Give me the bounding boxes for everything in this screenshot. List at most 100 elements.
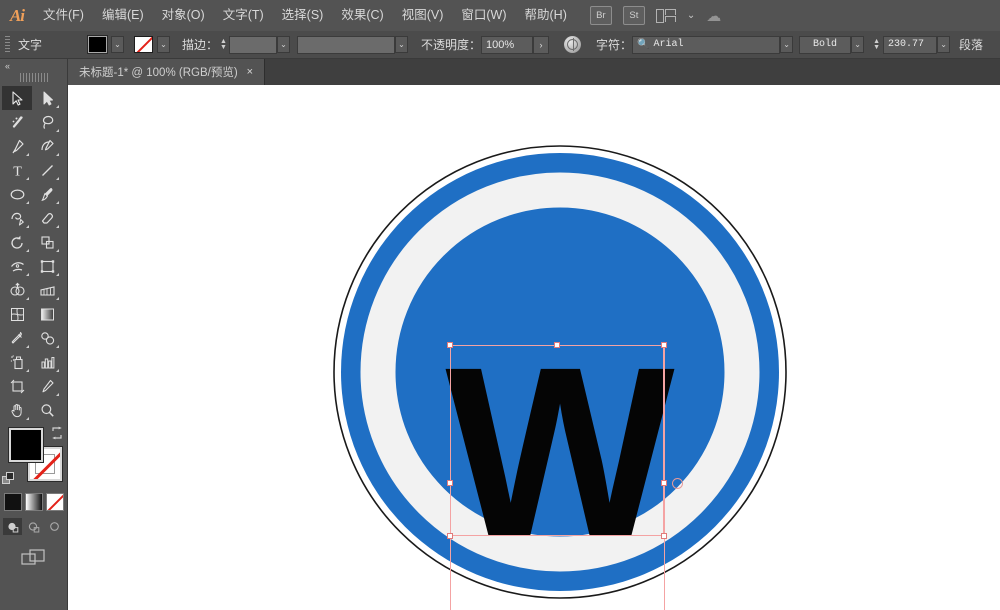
illustrator-window: Ai 文件(F) 编辑(E) 对象(O) 文字(T) 选择(S) 效果(C) 视… [0, 0, 1000, 610]
curvature-tool[interactable] [32, 134, 62, 158]
change-screen-mode-icon[interactable] [0, 547, 67, 569]
perspective-grid-tool[interactable] [32, 278, 62, 302]
opacity-options-icon[interactable]: › [533, 35, 550, 54]
stroke-weight-dropdown-icon[interactable]: ⌄ [277, 36, 291, 53]
menu-object[interactable]: 对象(O) [153, 0, 214, 31]
draw-inside-mode-button[interactable] [45, 518, 64, 535]
stroke-weight-stepper[interactable]: ▲ ▼ [218, 36, 229, 54]
stroke-profile-field[interactable] [297, 35, 396, 54]
menu-type[interactable]: 文字(T) [214, 0, 273, 31]
character-label: 字符： [596, 38, 633, 52]
hand-tool[interactable] [2, 398, 32, 422]
tool-group-indicator [56, 105, 59, 108]
artwork-logo[interactable]: W [68, 85, 1000, 610]
paragraph-label[interactable]: 段落 [959, 36, 983, 53]
tools-panel-grip[interactable] [19, 73, 48, 82]
tool-group-indicator [26, 201, 29, 204]
tool-group-indicator [26, 249, 29, 252]
draw-normal-mode-button[interactable] [3, 518, 22, 535]
gradient-tool[interactable] [32, 302, 62, 326]
artboard-tool[interactable] [2, 374, 32, 398]
stock-button[interactable]: St [622, 6, 645, 25]
ellipse-tool[interactable] [2, 182, 32, 206]
menu-edit[interactable]: 编辑(E) [93, 0, 153, 31]
symbol-sprayer-tool[interactable] [2, 350, 32, 374]
menu-effect[interactable]: 效果(C) [332, 0, 392, 31]
tool-group-indicator [56, 393, 59, 396]
tools-panel: « T [0, 59, 68, 610]
tool-group-indicator [56, 153, 59, 156]
font-size-stepper[interactable]: ▲ ▼ [871, 36, 882, 54]
shaper-tool[interactable] [2, 206, 32, 230]
app-logo-icon: Ai [9, 5, 25, 25]
shape-builder-tool[interactable] [2, 278, 32, 302]
menu-select[interactable]: 选择(S) [273, 0, 333, 31]
fill-color-control[interactable] [8, 428, 43, 462]
mesh-tool[interactable] [2, 302, 32, 326]
tool-group-indicator [26, 417, 29, 420]
tool-group-indicator [56, 201, 59, 204]
canvas-area[interactable]: W [68, 85, 1000, 610]
tools-panel-collapse[interactable]: « [0, 59, 67, 73]
tool-group-indicator [56, 297, 59, 300]
direct-selection-tool[interactable] [32, 86, 62, 110]
blend-tool[interactable] [32, 326, 62, 350]
fill-dropdown-icon[interactable]: ⌄ [111, 36, 124, 53]
fill-stroke-controls [1, 426, 66, 486]
stroke-color-swatch[interactable] [134, 36, 153, 53]
selection-tool[interactable] [2, 86, 32, 110]
workspace-switcher-icon[interactable] [655, 8, 676, 23]
opacity-field[interactable]: 100% [481, 35, 534, 54]
font-family-value: Arial [653, 39, 684, 50]
chevron-down-icon[interactable]: ⌄ [687, 10, 695, 21]
draw-behind-mode-button[interactable] [24, 518, 43, 535]
close-icon[interactable]: × [247, 66, 253, 78]
gradient-mode-button[interactable] [24, 493, 43, 511]
swap-fill-stroke-icon[interactable] [50, 426, 64, 440]
menu-file[interactable]: 文件(F) [34, 0, 93, 31]
type-tool[interactable]: T [2, 158, 32, 182]
document-tab[interactable]: 未标题-1* @ 100% (RGB/预览) × [68, 59, 266, 85]
menu-view[interactable]: 视图(V) [393, 0, 453, 31]
eyedropper-tool[interactable] [2, 326, 32, 350]
font-family-field[interactable]: 🔍 Arial [632, 35, 781, 54]
column-graph-tool[interactable] [32, 350, 62, 374]
color-mode-button[interactable] [3, 493, 22, 511]
menu-window[interactable]: 窗口(W) [452, 0, 515, 31]
none-mode-button[interactable] [45, 493, 64, 511]
font-style-field[interactable]: Bold [799, 35, 852, 54]
font-size-field[interactable]: 230.77 [883, 35, 938, 54]
magic-wand-tool[interactable] [2, 110, 32, 134]
creative-cloud-icon[interactable]: ☁ [706, 7, 721, 25]
document-tab-title: 未标题-1* @ 100% (RGB/预览) [79, 67, 238, 79]
bridge-button[interactable]: Br [589, 6, 612, 25]
tool-group-indicator [56, 129, 59, 132]
lasso-tool[interactable] [32, 110, 62, 134]
stroke-profile-dropdown-icon[interactable]: ⌄ [395, 36, 409, 53]
tool-group-indicator [56, 345, 59, 348]
default-fill-stroke-icon[interactable] [1, 472, 15, 485]
paintbrush-tool[interactable] [32, 182, 62, 206]
font-style-dropdown-icon[interactable]: ⌄ [851, 36, 865, 53]
tool-group-indicator [56, 273, 59, 276]
stroke-weight-field[interactable] [229, 35, 278, 54]
stroke-dropdown-icon[interactable]: ⌄ [157, 36, 170, 53]
pen-tool[interactable] [2, 134, 32, 158]
width-tool[interactable] [2, 254, 32, 278]
recolor-artwork-icon[interactable] [564, 36, 582, 53]
fill-color-swatch[interactable] [87, 35, 108, 54]
font-size-dropdown-icon[interactable]: ⌄ [937, 36, 951, 53]
rotate-tool[interactable] [2, 230, 32, 254]
opacity-label: 不透明度： [421, 38, 482, 52]
slice-tool[interactable] [32, 374, 62, 398]
line-segment-tool[interactable] [32, 158, 62, 182]
options-bar-grip[interactable] [5, 36, 10, 53]
search-icon: 🔍 [637, 39, 650, 51]
menu-help[interactable]: 帮助(H) [516, 0, 576, 31]
eraser-tool[interactable] [32, 206, 62, 230]
scale-tool[interactable] [32, 230, 62, 254]
tool-group-indicator [26, 153, 29, 156]
free-transform-tool[interactable] [32, 254, 62, 278]
zoom-tool[interactable] [32, 398, 62, 422]
font-family-dropdown-icon[interactable]: ⌄ [780, 36, 794, 53]
